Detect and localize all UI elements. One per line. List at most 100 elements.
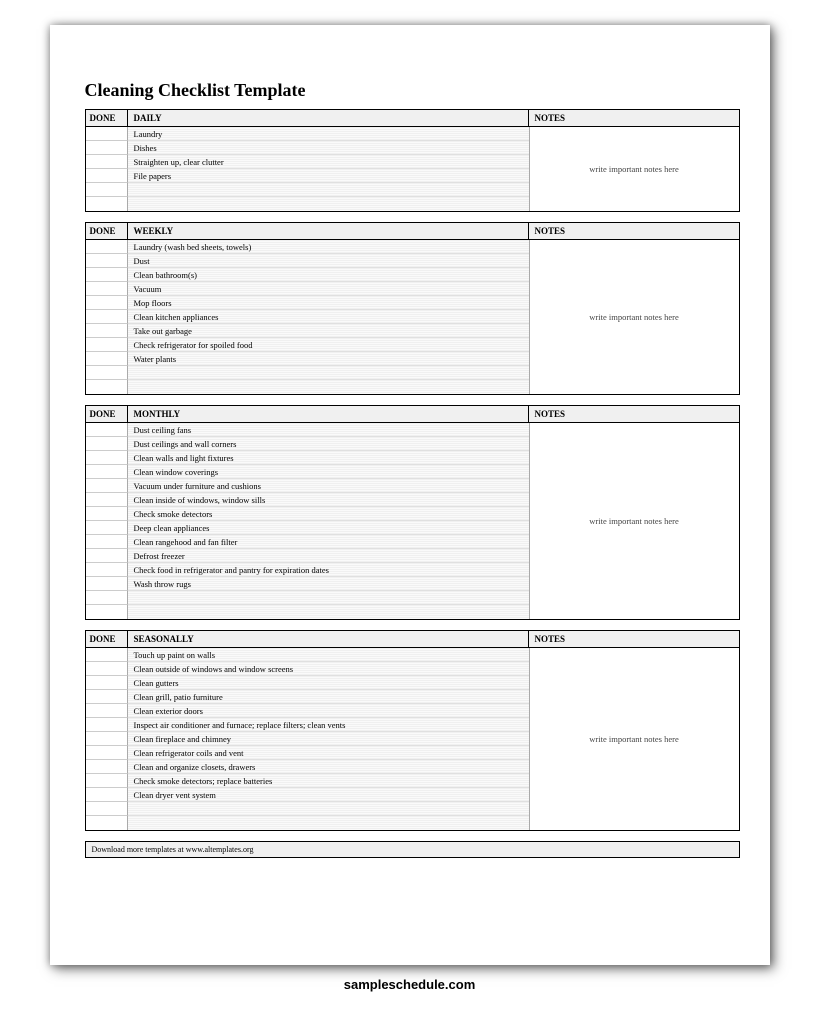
task-cell [128,380,529,394]
done-checkbox[interactable] [86,577,128,591]
done-checkbox[interactable] [86,493,128,507]
task-cell: Dust [128,254,529,268]
header-notes: NOTES [529,110,739,126]
done-checkbox[interactable] [86,240,128,254]
section-body: Laundry (wash bed sheets, towels)DustCle… [85,240,740,395]
done-checkbox[interactable] [86,169,128,183]
done-checkbox[interactable] [86,254,128,268]
task-cell [128,802,529,816]
done-checkbox[interactable] [86,549,128,563]
done-column [86,240,128,394]
section-header: DONEMONTHLYNOTES [85,405,740,423]
done-checkbox[interactable] [86,352,128,366]
sections-container: DONEDAILYNOTESLaundryDishesStraighten up… [85,109,740,831]
task-cell [128,197,529,211]
done-checkbox[interactable] [86,338,128,352]
done-checkbox[interactable] [86,648,128,662]
task-cell: Water plants [128,352,529,366]
done-checkbox[interactable] [86,366,128,380]
done-checkbox[interactable] [86,718,128,732]
done-checkbox[interactable] [86,155,128,169]
task-cell [128,366,529,380]
notes-column[interactable]: write important notes here [529,423,739,619]
header-task: MONTHLY [128,406,529,422]
done-checkbox[interactable] [86,479,128,493]
done-checkbox[interactable] [86,437,128,451]
done-checkbox[interactable] [86,521,128,535]
task-cell: Dishes [128,141,529,155]
done-checkbox[interactable] [86,324,128,338]
task-cell: Mop floors [128,296,529,310]
section-daily: DONEDAILYNOTESLaundryDishesStraighten up… [85,109,740,212]
header-task: DAILY [128,110,529,126]
done-checkbox[interactable] [86,662,128,676]
done-checkbox[interactable] [86,676,128,690]
task-cell [128,591,529,605]
section-header: DONESEASONALLYNOTES [85,630,740,648]
task-cell: Clean window coverings [128,465,529,479]
done-checkbox[interactable] [86,704,128,718]
done-checkbox[interactable] [86,507,128,521]
task-cell: Vacuum [128,282,529,296]
notes-column[interactable]: write important notes here [529,648,739,830]
task-cell: Clean fireplace and chimney [128,732,529,746]
notes-column[interactable]: write important notes here [529,127,739,211]
done-checkbox[interactable] [86,268,128,282]
done-checkbox[interactable] [86,774,128,788]
footer-note: Download more templates at www.altemplat… [85,841,740,858]
task-cell: Clean walls and light fixtures [128,451,529,465]
header-task: WEEKLY [128,223,529,239]
done-checkbox[interactable] [86,465,128,479]
task-cell: Touch up paint on walls [128,648,529,662]
done-checkbox[interactable] [86,563,128,577]
header-notes: NOTES [529,631,739,647]
document-page: Cleaning Checklist Template DONEDAILYNOT… [50,25,770,965]
done-checkbox[interactable] [86,296,128,310]
task-cell: Inspect air conditioner and furnace; rep… [128,718,529,732]
done-checkbox[interactable] [86,197,128,211]
task-cell: Wash throw rugs [128,577,529,591]
done-checkbox[interactable] [86,605,128,619]
done-checkbox[interactable] [86,535,128,549]
header-done: DONE [86,631,128,647]
done-checkbox[interactable] [86,310,128,324]
task-cell: Vacuum under furniture and cushions [128,479,529,493]
task-cell: Clean outside of windows and window scre… [128,662,529,676]
task-cell: Clean bathroom(s) [128,268,529,282]
done-checkbox[interactable] [86,690,128,704]
done-checkbox[interactable] [86,141,128,155]
task-cell: Deep clean appliances [128,521,529,535]
done-column [86,423,128,619]
done-checkbox[interactable] [86,282,128,296]
done-checkbox[interactable] [86,788,128,802]
done-checkbox[interactable] [86,816,128,830]
header-done: DONE [86,406,128,422]
done-column [86,127,128,211]
task-cell: Defrost freezer [128,549,529,563]
header-done: DONE [86,223,128,239]
done-checkbox[interactable] [86,380,128,394]
task-cell: Clean gutters [128,676,529,690]
task-cell: Check refrigerator for spoiled food [128,338,529,352]
task-cell: Take out garbage [128,324,529,338]
done-checkbox[interactable] [86,760,128,774]
task-cell: Check food in refrigerator and pantry fo… [128,563,529,577]
done-checkbox[interactable] [86,423,128,437]
done-checkbox[interactable] [86,127,128,141]
section-body: Dust ceiling fansDust ceilings and wall … [85,423,740,620]
task-cell: Clean grill, patio furniture [128,690,529,704]
done-checkbox[interactable] [86,591,128,605]
done-checkbox[interactable] [86,732,128,746]
page-title: Cleaning Checklist Template [85,80,740,101]
done-column [86,648,128,830]
section-weekly: DONEWEEKLYNOTESLaundry (wash bed sheets,… [85,222,740,395]
header-notes: NOTES [529,406,739,422]
notes-column[interactable]: write important notes here [529,240,739,394]
done-checkbox[interactable] [86,451,128,465]
done-checkbox[interactable] [86,802,128,816]
done-checkbox[interactable] [86,746,128,760]
task-cell: File papers [128,169,529,183]
section-body: Touch up paint on wallsClean outside of … [85,648,740,831]
done-checkbox[interactable] [86,183,128,197]
section-header: DONEWEEKLYNOTES [85,222,740,240]
